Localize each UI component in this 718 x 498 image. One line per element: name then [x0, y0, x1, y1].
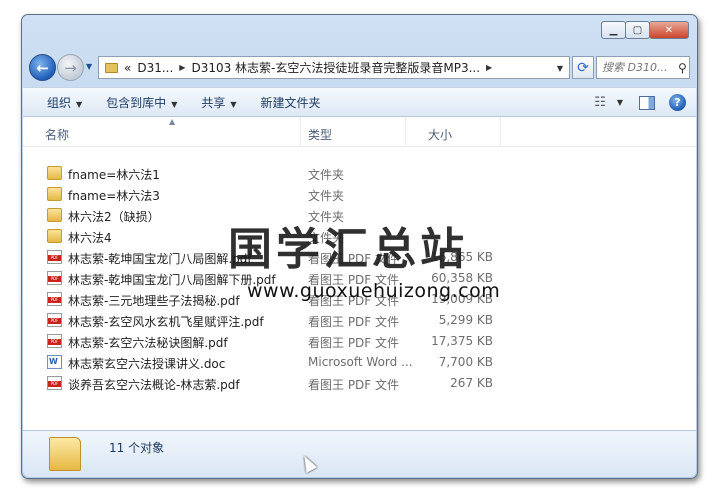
- chevron-down-icon: ▼: [230, 99, 237, 109]
- file-rows: fname=林六法1 文件夹 fname=林六法3 文件夹 林六法2（缺损） 文件夹 …: [23, 163, 696, 394]
- command-bar: 组织 ▼ 包含到库中 ▼ 共享 ▼ 新建文件夹 ☷ ▼ ?: [23, 87, 696, 117]
- file-type: 文件夹: [308, 189, 345, 203]
- organize-label: 组织: [47, 95, 72, 110]
- minimize-button[interactable]: ▁: [601, 21, 626, 39]
- file-type: 文件夹: [308, 168, 345, 182]
- file-row[interactable]: 林志萦-玄空风水玄机飞星赋评注.pdf 看图王 PDF 文件 5,299 KB: [23, 310, 696, 331]
- forward-button[interactable]: →: [57, 54, 84, 81]
- watermark-url: www.guoxuehuizong.com: [247, 280, 501, 302]
- file-name: 林六法4: [68, 231, 112, 245]
- recent-pages-button[interactable]: ▼: [86, 62, 92, 71]
- preview-pane-icon[interactable]: [639, 95, 655, 110]
- back-button[interactable]: ←: [29, 54, 56, 81]
- column-name-label: 名称: [45, 128, 70, 142]
- breadcrumb-item-parent[interactable]: D31...: [137, 61, 173, 75]
- toolbar-right: ☷ ▼ ?: [594, 94, 686, 111]
- maximize-button[interactable]: ▢: [625, 21, 650, 39]
- file-type: 看图王 PDF 文件: [308, 378, 400, 392]
- file-row[interactable]: 林志萦-玄空六法秘诀图解.pdf 看图王 PDF 文件 17,375 KB: [23, 331, 696, 352]
- folder-icon: [47, 208, 62, 222]
- address-bar[interactable]: « D31... ▶ D3103 林志萦-玄空六法授徒班录音完整版录音MP3..…: [98, 56, 570, 79]
- file-list: 名称 ▲ 类型 大小 fname=林六法1 文件夹 fname=林六法3 文件夹 林…: [23, 117, 696, 430]
- column-header-size[interactable]: 大小: [406, 117, 501, 147]
- file-name: 林志萦-乾坤国宝龙门八局图解.pdf: [68, 252, 252, 266]
- chevron-right-icon[interactable]: ▶: [486, 63, 492, 72]
- file-size: 7,700 KB: [438, 355, 493, 369]
- breadcrumb-overflow[interactable]: «: [124, 61, 131, 75]
- details-pane: 11 个对象: [23, 430, 696, 477]
- close-button[interactable]: ✕: [649, 21, 689, 39]
- file-type: Microsoft Word ...: [308, 355, 413, 369]
- new-folder-button[interactable]: 新建文件夹: [261, 94, 321, 111]
- file-type: 看图王 PDF 文件: [308, 336, 400, 350]
- folder-icon: [47, 229, 62, 243]
- sort-up-icon: ▲: [169, 117, 176, 126]
- column-header-type[interactable]: 类型: [286, 117, 406, 147]
- file-name: 林六法2（缺损）: [68, 210, 160, 224]
- watermark-text: 国学汇总站: [228, 224, 468, 275]
- pdf-file-icon: [47, 376, 62, 390]
- file-row[interactable]: 林志萦玄空六法授课讲义.doc Microsoft Word ... 7,700 K…: [23, 352, 696, 373]
- file-size: 5,299 KB: [438, 313, 493, 327]
- chevron-down-icon[interactable]: ▼: [617, 98, 623, 107]
- chevron-down-icon: ▼: [86, 62, 93, 71]
- breadcrumb-item-current[interactable]: D3103 林志萦-玄空六法授徒班录音完整版录音MP3...: [191, 59, 480, 76]
- include-library-label: 包含到库中: [106, 95, 167, 110]
- pdf-file-icon: [47, 334, 62, 348]
- share-button[interactable]: 共享 ▼: [201, 94, 236, 111]
- address-dropdown-icon[interactable]: ▼: [557, 64, 563, 73]
- chevron-right-icon[interactable]: ▶: [179, 63, 185, 72]
- chevron-down-icon: ▼: [171, 99, 178, 109]
- pdf-file-icon: [47, 250, 62, 264]
- file-row[interactable]: 谈养吾玄空六法概论-林志萦.pdf 看图王 PDF 文件 267 KB: [23, 373, 696, 394]
- search-box[interactable]: ⚲: [596, 56, 690, 79]
- pdf-file-icon: [47, 271, 62, 285]
- refresh-button[interactable]: ⟳: [572, 56, 594, 79]
- search-input[interactable]: [602, 61, 676, 74]
- file-name: 林志萦玄空六法授课讲义.doc: [68, 357, 226, 371]
- share-label: 共享: [201, 95, 226, 110]
- pdf-file-icon: [47, 292, 62, 306]
- window-controls: ▁ ▢ ✕: [601, 21, 689, 39]
- word-doc-icon: [47, 355, 62, 369]
- view-options-icon[interactable]: ☷: [594, 95, 606, 110]
- file-name: 林志萦-玄空风水玄机飞星赋评注.pdf: [68, 315, 264, 329]
- column-header-name[interactable]: 名称: [23, 117, 301, 147]
- large-folder-icon: [49, 437, 81, 471]
- item-count: 11 个对象: [109, 441, 165, 455]
- include-in-library-button[interactable]: 包含到库中 ▼: [106, 94, 177, 111]
- search-icon[interactable]: ⚲: [678, 61, 687, 75]
- maximize-icon: ▢: [632, 24, 643, 36]
- file-name: fname=林六法3: [68, 189, 160, 203]
- minimize-icon: ▁: [609, 24, 618, 36]
- file-name: fname=林六法1: [68, 168, 160, 182]
- file-row[interactable]: fname=林六法3 文件夹: [23, 184, 696, 205]
- navigation-bar: ← → ▼ « D31... ▶ D3103 林志萦-玄空六法授徒班录音完整版录…: [29, 53, 691, 83]
- file-name: 谈养吾玄空六法概论-林志萦.pdf: [68, 378, 240, 392]
- forward-arrow-icon: →: [64, 58, 77, 77]
- folder-icon: [47, 166, 62, 180]
- folder-icon: [47, 187, 62, 201]
- pdf-file-icon: [47, 313, 62, 327]
- explorer-window: ▁ ▢ ✕ ← → ▼ « D31... ▶ D3103 林志萦-玄空六法授徒班…: [21, 14, 698, 479]
- file-size: 17,375 KB: [431, 334, 493, 348]
- back-arrow-icon: ←: [36, 58, 49, 77]
- close-icon: ✕: [664, 24, 674, 36]
- file-name: 林志萦-玄空六法秘诀图解.pdf: [68, 336, 228, 350]
- file-type: 看图王 PDF 文件: [308, 315, 400, 329]
- column-size-label: 大小: [428, 128, 453, 142]
- organize-button[interactable]: 组织 ▼: [47, 94, 82, 111]
- new-folder-label: 新建文件夹: [260, 95, 321, 110]
- folder-icon: [105, 62, 118, 73]
- file-row[interactable]: fname=林六法1 文件夹: [23, 163, 696, 184]
- file-name: 林志萦-三元地理些子法揭秘.pdf: [68, 294, 240, 308]
- column-headers: 名称 ▲ 类型 大小: [23, 117, 696, 147]
- help-icon[interactable]: ?: [669, 94, 686, 111]
- chevron-down-icon: ▼: [76, 99, 83, 109]
- refresh-icon: ⟳: [577, 59, 589, 76]
- file-size: 267 KB: [450, 376, 493, 390]
- column-type-label: 类型: [308, 128, 333, 142]
